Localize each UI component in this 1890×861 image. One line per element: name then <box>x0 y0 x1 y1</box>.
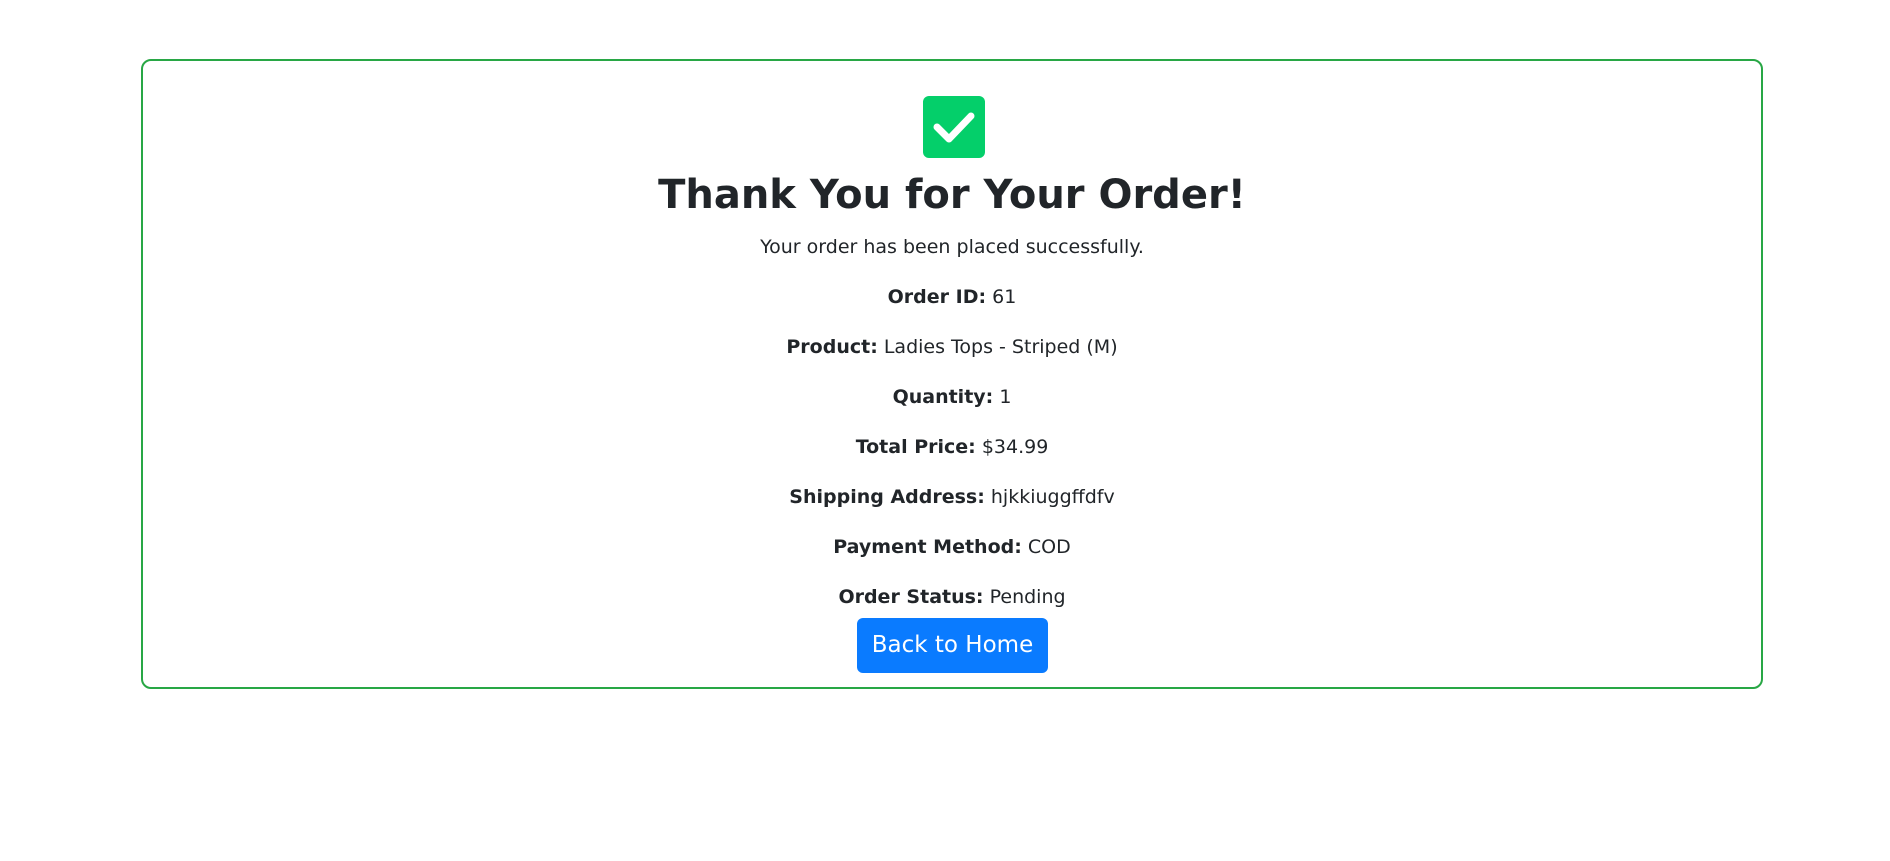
order-status-row: Order Status: Pending <box>143 583 1761 612</box>
product-label: Product: <box>786 336 878 358</box>
shipping-address-label: Shipping Address: <box>789 486 985 508</box>
order-id-label: Order ID: <box>887 286 987 308</box>
quantity-row: Quantity: 1 <box>143 383 1761 412</box>
back-to-home-button[interactable]: Back to Home <box>857 618 1048 673</box>
shipping-address-value: hjkkiuggffdfv <box>990 486 1115 508</box>
payment-method-row: Payment Method: COD <box>143 533 1761 562</box>
order-confirmation-card: Thank You for Your Order! Your order has… <box>141 59 1763 689</box>
check-square-icon <box>923 96 985 158</box>
payment-method-label: Payment Method: <box>833 536 1022 558</box>
total-price-row: Total Price: $34.99 <box>143 433 1761 462</box>
total-price-value: $34.99 <box>981 436 1049 458</box>
product-value: Ladies Tops - Striped (M) <box>883 336 1118 358</box>
page-title: Thank You for Your Order! <box>658 172 1246 218</box>
payment-method-value: COD <box>1027 536 1071 558</box>
success-message: Your order has been placed successfully. <box>760 236 1144 258</box>
order-id-value: 61 <box>992 286 1017 308</box>
total-price-label: Total Price: <box>855 436 976 458</box>
product-row: Product: Ladies Tops - Striped (M) <box>143 333 1761 362</box>
quantity-value: 1 <box>999 386 1012 408</box>
order-status-value: Pending <box>989 586 1066 608</box>
quantity-label: Quantity: <box>892 386 994 408</box>
order-id-row: Order ID: 61 <box>143 283 1761 312</box>
order-status-label: Order Status: <box>838 586 984 608</box>
shipping-address-row: Shipping Address: hjkkiuggffdfv <box>143 483 1761 512</box>
